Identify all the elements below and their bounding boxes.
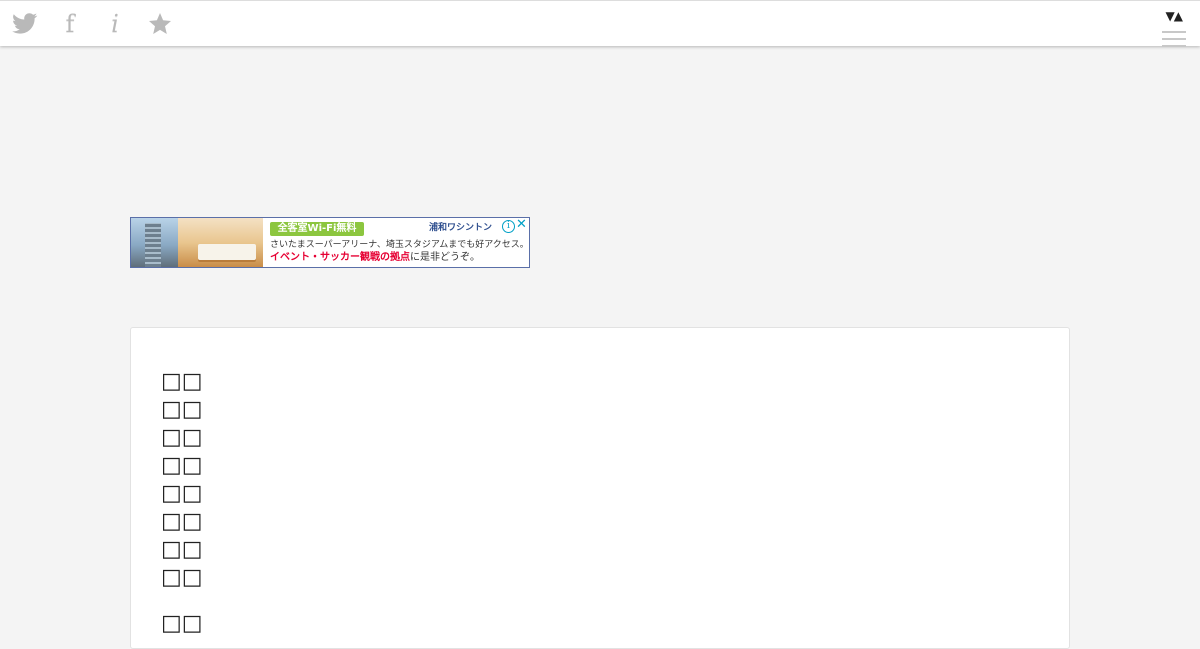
sort-toggle-button[interactable]: ▼▲ — [1166, 9, 1183, 23]
top-toolbar: f i ▼▲ — [0, 0, 1200, 47]
ad-close-icon[interactable]: ✕ — [516, 218, 527, 232]
ad-tagline-highlight: イベント・サッカー観戦の拠点 — [270, 252, 410, 263]
content-line: □□ — [161, 611, 203, 636]
facebook-icon[interactable]: f — [56, 10, 84, 38]
facebook-glyph: f — [65, 10, 75, 38]
content-line: □□ — [161, 565, 203, 590]
content-line: □□ — [161, 453, 203, 478]
ad-tagline-rest: に是非どうぞ。 — [410, 252, 480, 263]
star-icon[interactable] — [146, 10, 174, 38]
menu-bar — [1162, 45, 1186, 47]
hamburger-menu-icon[interactable] — [1162, 31, 1186, 47]
info-glyph: i — [111, 10, 119, 38]
content-line: □□ — [161, 397, 203, 422]
ad-room-image — [178, 218, 263, 267]
ad-info-icon[interactable]: i — [502, 220, 515, 233]
content-line: □□ — [161, 369, 203, 394]
twitter-icon[interactable] — [11, 10, 39, 38]
menu-bar — [1162, 31, 1186, 33]
hotel-banner-ad[interactable]: 全客室Wi-Fi無料 浦和ワシントン i ✕ さいたまスーパーアリーナ、埼玉スタ… — [130, 217, 530, 268]
content-line: □□ — [161, 537, 203, 562]
ad-photo — [131, 218, 263, 267]
content-line: □□ — [161, 481, 203, 506]
ad-building-image — [131, 218, 178, 267]
menu-bar — [1162, 38, 1186, 40]
ad-wifi-badge: 全客室Wi-Fi無料 — [270, 222, 364, 236]
ad-tagline: イベント・サッカー観戦の拠点に是非どうぞ。 — [270, 251, 480, 264]
content-line: □□ — [161, 425, 203, 450]
content-card: □□ □□ □□ □□ □□ □□ □□ □□ □□ — [130, 327, 1070, 649]
ad-description: さいたまスーパーアリーナ、埼玉スタジアムまでも好アクセス。 — [270, 240, 529, 250]
info-icon[interactable]: i — [101, 10, 129, 38]
ad-brand-logo: 浦和ワシントン — [429, 223, 493, 233]
content-text: □□ □□ □□ □□ □□ □□ □□ □□ □□ — [161, 368, 203, 638]
content-line: □□ — [161, 509, 203, 534]
